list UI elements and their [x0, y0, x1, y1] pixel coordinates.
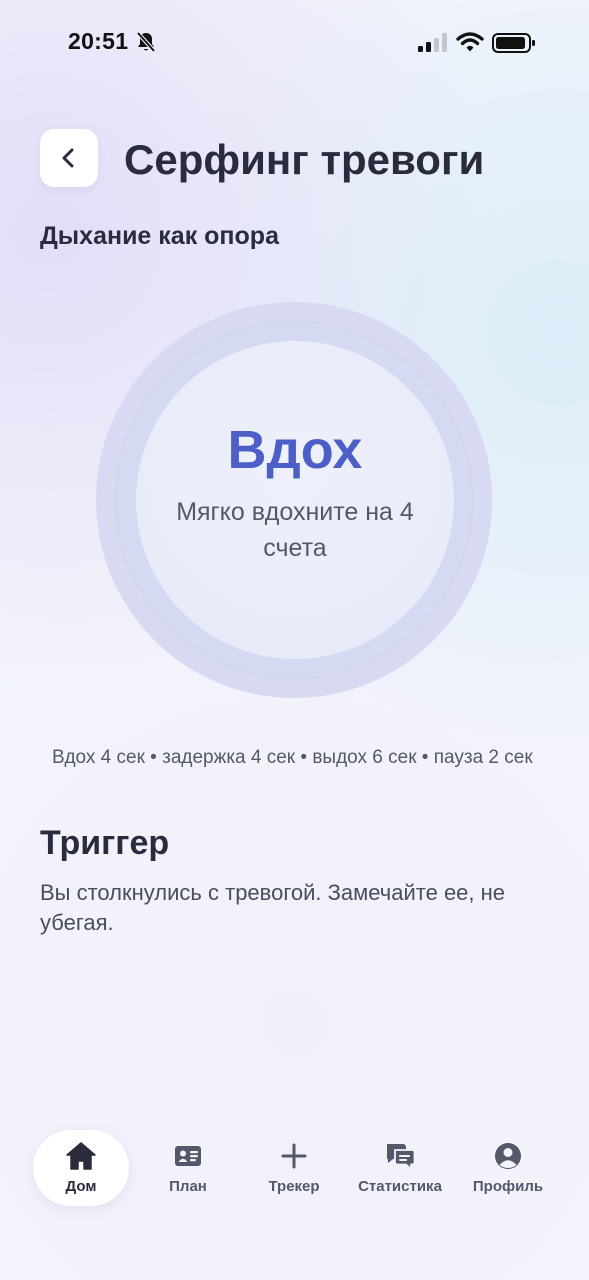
breathing-phase: Вдох	[227, 420, 363, 480]
page-title: Серфинг тревоги	[124, 136, 485, 183]
home-icon	[66, 1142, 96, 1170]
id-card-icon	[175, 1146, 201, 1166]
signal-icon	[418, 33, 447, 52]
nav-item-plan[interactable]: План	[148, 1130, 228, 1206]
breathing-rhythm: Вдох 4 сек • задержка 4 сек • выдох 6 се…	[52, 747, 533, 768]
breathing-circle: Вдох Мягко вдохните на 4 счета	[136, 341, 454, 659]
status-bar: 20:51	[0, 0, 589, 88]
nav-item-tracker[interactable]: Трекер	[254, 1130, 334, 1206]
plus-icon	[281, 1143, 307, 1169]
trigger-text: Вы столкнулись с тревогой. Замечайте ее,…	[40, 880, 506, 935]
nav-label-statistics: Статистика	[358, 1178, 442, 1195]
battery-icon	[492, 33, 535, 53]
nav-item-profile[interactable]: Профиль	[468, 1130, 548, 1206]
status-time: 20:51	[68, 28, 129, 54]
chevron-left-icon	[62, 148, 74, 168]
section-subtitle: Дыхание как опора	[40, 222, 279, 250]
trigger-heading: Триггер	[40, 824, 170, 862]
nav-item-statistics[interactable]: Статистика	[352, 1130, 448, 1206]
nav-label-plan: План	[169, 1178, 207, 1195]
nav-label-profile: Профиль	[472, 1178, 544, 1195]
back-button[interactable]	[40, 129, 98, 187]
nav-label-home: Дом	[65, 1178, 97, 1195]
bottom-nav: Дом План Трекер Статистика Профиль	[0, 1120, 589, 1220]
user-circle-icon	[495, 1143, 521, 1169]
bell-slash-icon	[136, 31, 156, 53]
chat-bubbles-icon	[387, 1144, 416, 1172]
wifi-icon	[456, 32, 484, 52]
nav-item-home[interactable]: Дом	[33, 1130, 129, 1206]
nav-label-tracker: Трекер	[268, 1178, 320, 1195]
breathing-instruction: Мягко вдохните на 4 счета	[176, 498, 414, 562]
